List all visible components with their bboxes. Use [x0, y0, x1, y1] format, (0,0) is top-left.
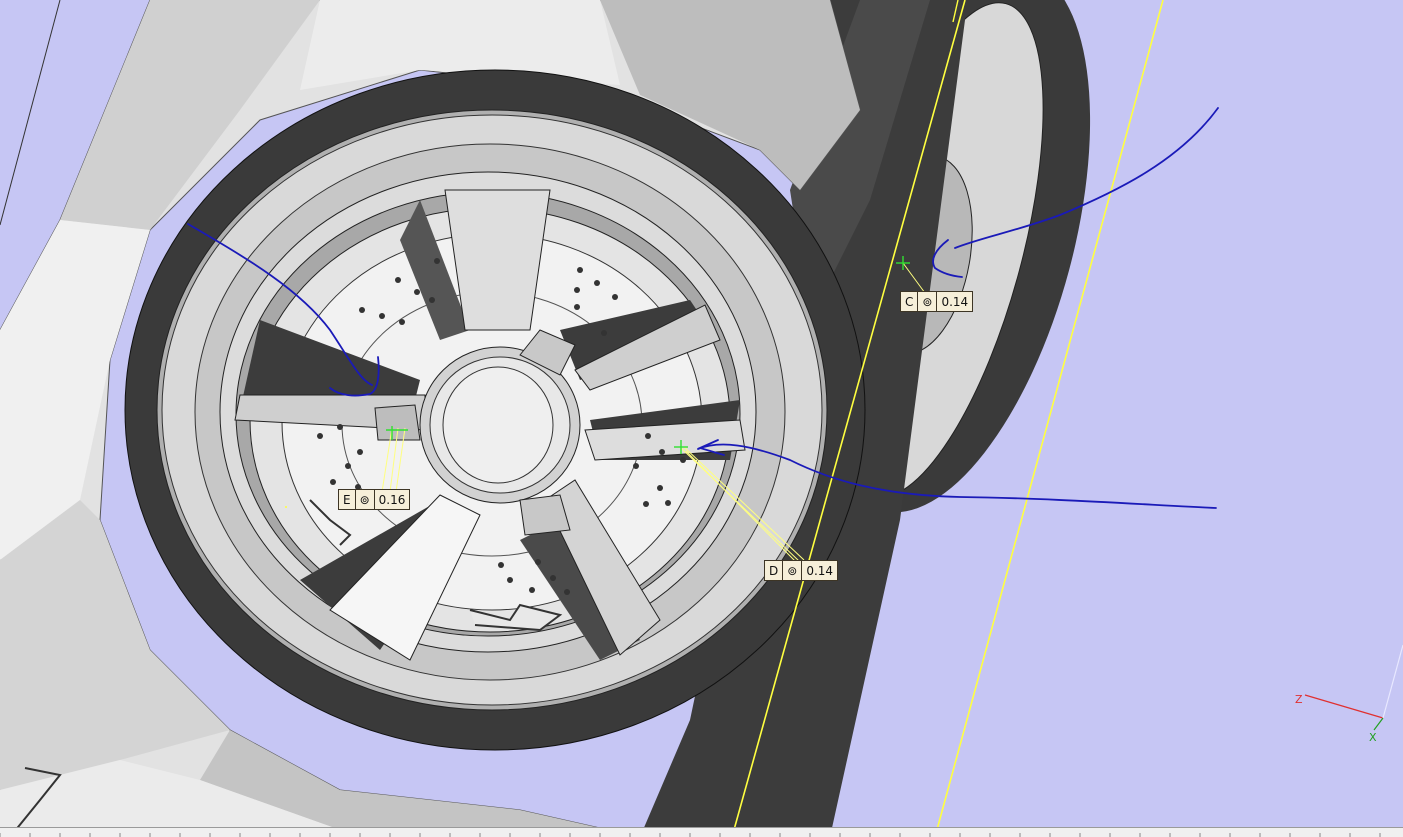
concentricity-icon: ⊚: [783, 561, 803, 580]
annotation-value: 0.16: [378, 492, 406, 507]
3d-viewport[interactable]: Z X C ⊚ 0.14 D ⊚ 0.14 E ⊚ 0.16: [0, 0, 1403, 837]
axis-x-label: X: [1369, 731, 1377, 744]
annotation-id: D: [765, 561, 784, 580]
annotation-value: 0.14: [806, 563, 834, 578]
marker-dot: [285, 506, 287, 508]
annotation-value: 0.14: [941, 294, 969, 309]
ruler-ticks: [0, 833, 1381, 837]
annotation-tag-e[interactable]: E ⊚ 0.16: [338, 489, 411, 510]
concentricity-icon: ⊚: [918, 292, 938, 311]
annotation-tag-c[interactable]: C ⊚ 0.14: [900, 291, 974, 312]
bottom-ruler: [0, 827, 1403, 837]
annotation-tag-d[interactable]: D ⊚ 0.14: [764, 560, 839, 581]
model-render[interactable]: Z X: [0, 0, 1403, 837]
axis-z-label: Z: [1295, 693, 1303, 706]
annotation-id: C: [901, 292, 919, 311]
annotation-id: E: [339, 490, 356, 509]
concentricity-icon: ⊚: [356, 490, 375, 509]
